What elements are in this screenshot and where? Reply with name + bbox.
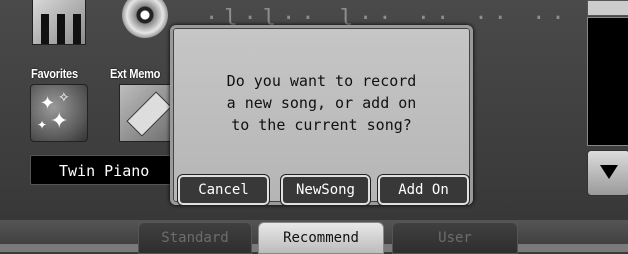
cd-icon[interactable] xyxy=(119,0,171,44)
tab-recommend[interactable]: Recommend xyxy=(258,222,384,254)
triangle-down-icon xyxy=(600,165,618,179)
cancel-button[interactable]: Cancel xyxy=(178,175,269,205)
tab-user[interactable]: User xyxy=(392,222,518,254)
tone-display[interactable]: Twin Piano xyxy=(30,155,190,185)
new-song-button[interactable]: NewSong xyxy=(281,175,370,205)
favorites-label: Favorites xyxy=(31,66,78,81)
piano-category-icon[interactable] xyxy=(32,0,86,45)
dialog-message: Do you want to record a new song, or add… xyxy=(226,72,417,134)
usb-stick-shape xyxy=(126,91,172,137)
usb-memory-icon[interactable] xyxy=(119,84,173,142)
add-on-button[interactable]: Add On xyxy=(378,175,469,205)
favorites-stars-icon[interactable]: ✦ ✧ ✦ ✦ xyxy=(30,84,88,142)
disc-icon xyxy=(122,0,168,38)
star-icon: ✧ xyxy=(58,90,70,106)
ext-memory-label: Ext Memo xyxy=(110,66,161,81)
scroll-down-button[interactable] xyxy=(587,150,628,196)
piano-key xyxy=(41,14,49,44)
piano-key xyxy=(73,14,81,44)
star-icon: ✦ xyxy=(37,118,48,132)
record-dialog: Do you want to record a new song, or add… xyxy=(170,25,473,205)
star-icon: ✦ xyxy=(50,109,69,134)
scroll-track[interactable] xyxy=(587,17,628,146)
tab-standard[interactable]: Standard xyxy=(138,222,252,254)
scroll-up-area[interactable] xyxy=(587,0,628,16)
piano-key xyxy=(57,14,65,44)
